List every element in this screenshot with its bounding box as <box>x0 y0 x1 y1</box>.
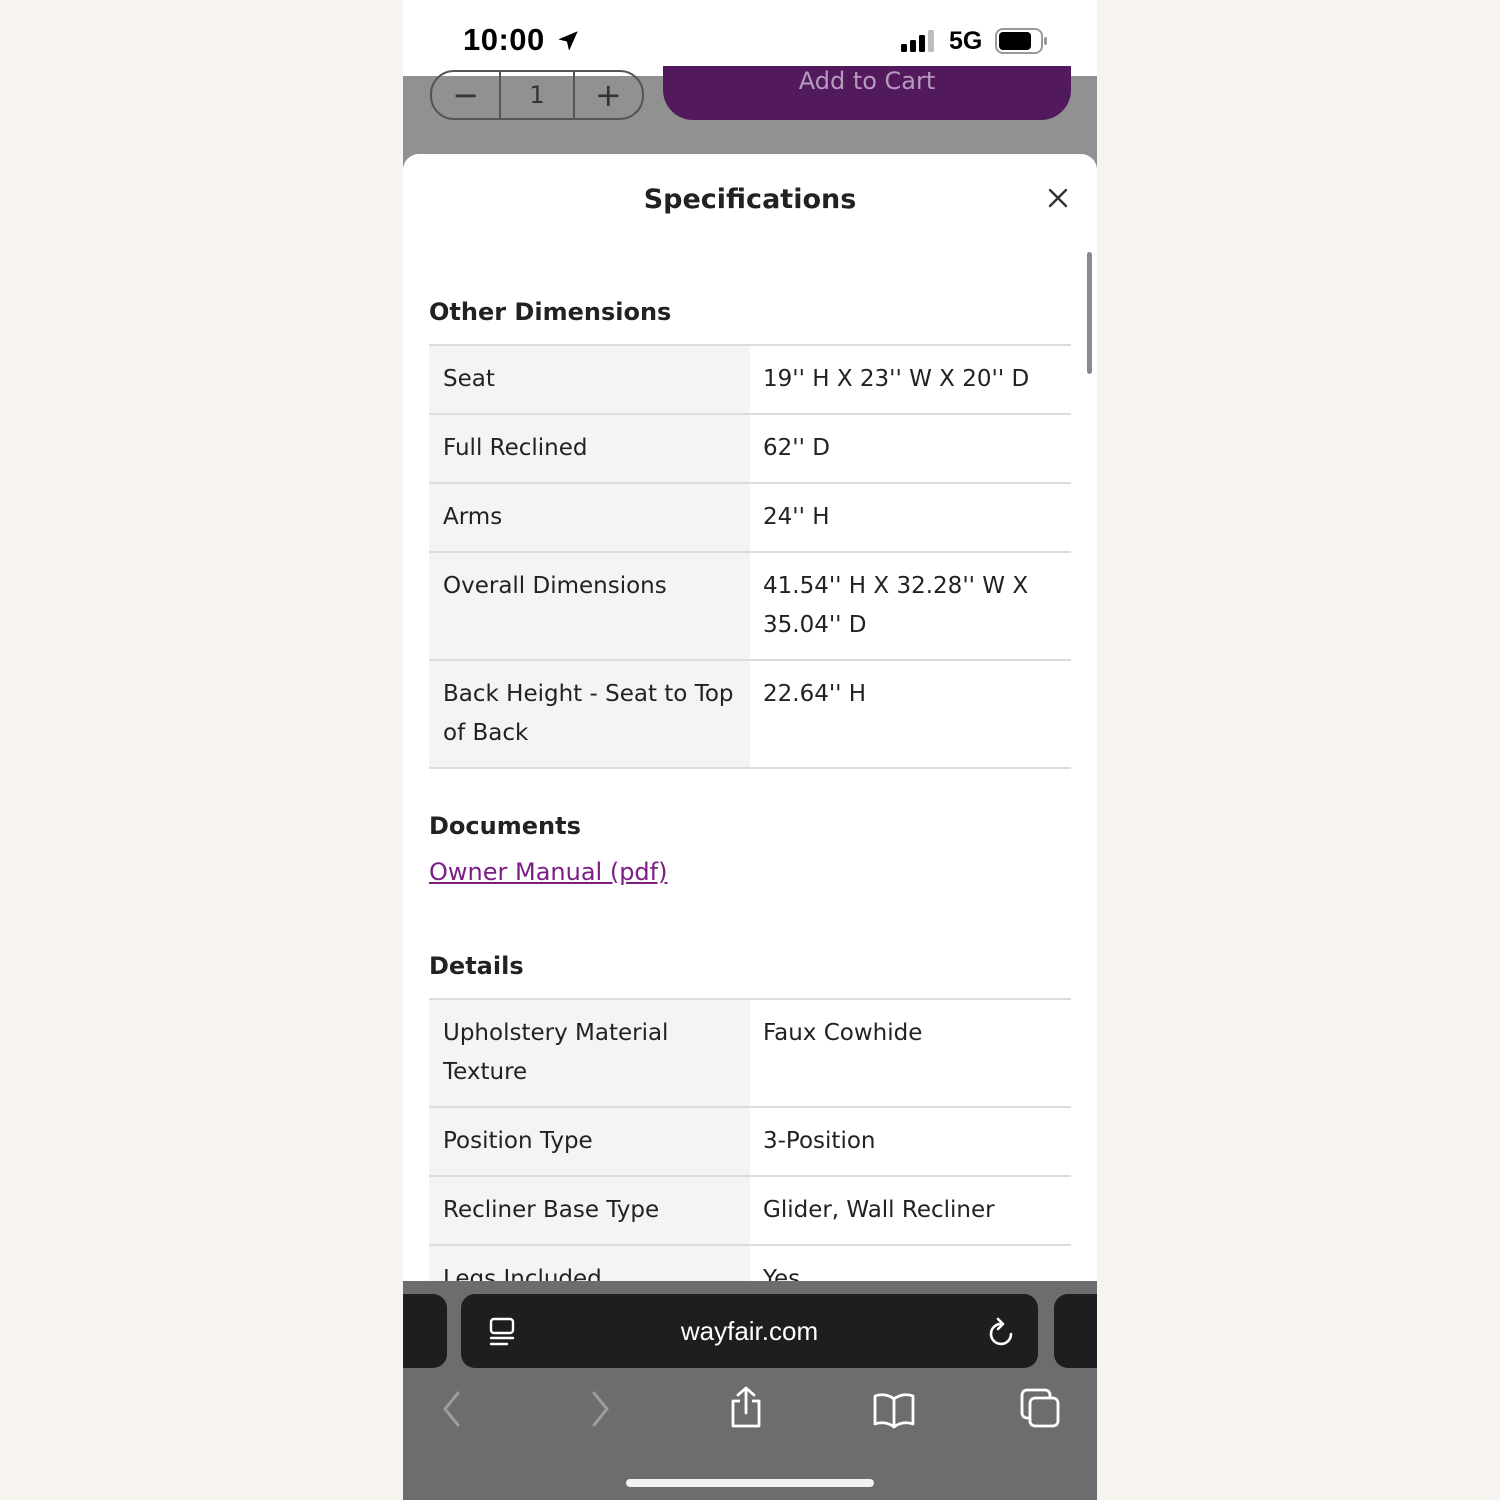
location-arrow-icon <box>558 31 578 51</box>
phone-screen: 10:00 5G − 1 + Add to Cart Specification… <box>403 0 1097 1500</box>
network-label: 5G <box>949 27 983 55</box>
spec-value: 62'' D <box>763 435 830 461</box>
add-to-cart-button[interactable]: Add to Cart <box>663 66 1071 120</box>
battery-icon <box>995 28 1047 54</box>
browser-toolbar: wayfair.com <box>403 1281 1097 1500</box>
spec-label: Full Reclined <box>429 415 750 482</box>
bookmarks-icon[interactable] <box>872 1391 916 1429</box>
spec-label: Upholstery Material Texture <box>429 1000 750 1106</box>
spec-value: 3-Position <box>763 1128 876 1154</box>
specifications-sheet: Specifications Other Dimensions Seat 19'… <box>403 154 1097 1281</box>
next-tab-preview[interactable] <box>1054 1294 1097 1368</box>
previous-tab-preview[interactable] <box>403 1294 447 1368</box>
spec-value: 19'' H X 23'' W X 20'' D <box>763 366 1030 392</box>
table-row: Overall Dimensions 41.54'' H X 32.28'' W… <box>429 553 1071 661</box>
spec-label: Overall Dimensions <box>429 553 750 659</box>
table-row: Recliner Base Type Glider, Wall Recliner <box>429 1177 1071 1246</box>
quantity-value: 1 <box>499 72 575 118</box>
table-row: Upholstery Material Texture Faux Cowhide <box>429 998 1071 1108</box>
other-dimensions-table: Seat 19'' H X 23'' W X 20'' D Full Recli… <box>429 344 1071 769</box>
owner-manual-link[interactable]: Owner Manual (pdf) <box>429 858 667 886</box>
table-row: Back Height - Seat to Top of Back 22.64'… <box>429 661 1071 769</box>
scroll-indicator[interactable] <box>1087 252 1092 374</box>
spec-value: 22.64'' H <box>763 681 867 707</box>
cellular-signal-icon <box>901 30 934 52</box>
spec-value: 41.54'' H X 32.28'' W X 35.04'' D <box>763 573 1029 638</box>
documents-heading: Documents <box>429 812 581 840</box>
reload-icon[interactable] <box>987 1316 1017 1348</box>
spec-label: Legs Included <box>429 1246 750 1281</box>
other-dimensions-heading: Other Dimensions <box>429 298 672 326</box>
increase-quantity-button[interactable]: + <box>575 72 642 118</box>
tabs-icon[interactable] <box>1019 1387 1061 1429</box>
details-heading: Details <box>429 952 524 980</box>
status-time: 10:00 <box>463 22 545 57</box>
url-text: wayfair.com <box>680 1316 819 1346</box>
spec-value: Faux Cowhide <box>763 1020 923 1046</box>
sheet-title: Specifications <box>643 184 857 215</box>
decrease-quantity-button[interactable]: − <box>432 72 499 118</box>
spec-label: Back Height - Seat to Top of Back <box>429 661 750 767</box>
details-table: Upholstery Material Texture Faux Cowhide… <box>429 998 1071 1281</box>
table-row: Position Type 3-Position <box>429 1108 1071 1177</box>
table-row: Seat 19'' H X 23'' W X 20'' D <box>429 344 1071 415</box>
table-row: Full Reclined 62'' D <box>429 415 1071 484</box>
quantity-stepper[interactable]: − 1 + <box>430 70 644 120</box>
spec-value: 24'' H <box>763 504 830 530</box>
table-row: Arms 24'' H <box>429 484 1071 553</box>
share-icon[interactable] <box>727 1385 765 1429</box>
close-icon[interactable] <box>1048 188 1068 208</box>
back-icon[interactable] <box>439 1389 465 1429</box>
forward-icon[interactable] <box>587 1389 613 1429</box>
home-indicator[interactable] <box>626 1479 874 1487</box>
spec-label: Recliner Base Type <box>429 1177 750 1244</box>
spec-label: Arms <box>429 484 750 551</box>
table-row: Legs Included Yes <box>429 1246 1071 1281</box>
spec-value: Glider, Wall Recliner <box>763 1197 995 1223</box>
spec-label: Seat <box>429 346 750 413</box>
status-bar: 10:00 5G <box>403 0 1097 76</box>
address-bar[interactable]: wayfair.com <box>461 1294 1038 1368</box>
spec-value: Yes <box>763 1266 801 1281</box>
spec-label: Position Type <box>429 1108 750 1175</box>
